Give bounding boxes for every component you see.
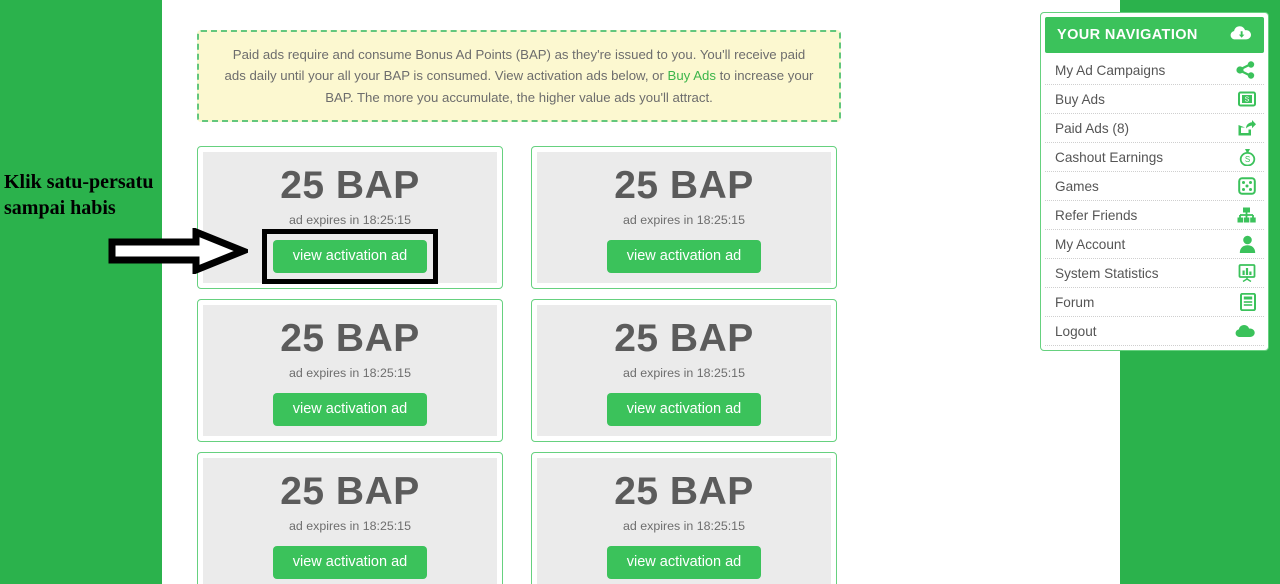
dice-icon [1238,177,1256,195]
sidebar-item-forum[interactable]: Forum [1045,288,1264,317]
ad-expiry-timer: ad expires in 18:25:15 [623,213,745,227]
share-square-icon [1237,119,1256,137]
user-icon [1239,235,1256,253]
sidebar-item-buy-ads[interactable]: Buy Ads S [1045,85,1264,114]
sidebar-item-games[interactable]: Games [1045,172,1264,201]
sidebar-item-system-statistics[interactable]: System Statistics [1045,259,1264,288]
ad-amount: 25 BAP [280,470,420,513]
sidebar-item-paid-ads-8[interactable]: Paid Ads (8) [1045,114,1264,143]
ad-expiry-timer: ad expires in 18:25:15 [623,519,745,533]
sidebar-item-label: System Statistics [1055,265,1159,281]
sidebar-item-label: Logout [1055,323,1097,339]
sitemap-icon [1237,207,1256,223]
ad-expiry-timer: ad expires in 18:25:15 [289,213,411,227]
sidebar-item-logout[interactable]: Logout [1045,317,1264,346]
sidebar-item-cashout-earnings[interactable]: Cashout Earnings S [1045,143,1264,172]
share-nodes-icon [1236,61,1256,79]
ad-card-inner: 25 BAP ad expires in 18:25:15 view activat… [203,458,497,584]
money-bag-icon: S [1239,148,1256,166]
ad-card: 25 BAP ad expires in 18:25:15 view activat… [531,146,837,289]
ad-button-wrapper: view activation ad [272,380,428,426]
ad-button-wrapper: view activation ad [272,533,428,579]
ad-card-inner: 25 BAP ad expires in 18:25:15 view activat… [537,458,831,584]
svg-text:S: S [1245,96,1250,103]
sidebar-item-label: My Ad Campaigns [1055,62,1166,78]
svg-text:S: S [1245,155,1250,164]
ad-expiry-timer: ad expires in 18:25:15 [289,366,411,380]
sidebar-item-my-ad-campaigns[interactable]: My Ad Campaigns [1045,56,1264,85]
sidebar-item-label: Paid Ads (8) [1055,120,1130,136]
view-activation-ad-button[interactable]: view activation ad [272,240,428,273]
ad-card-inner: 25 BAP ad expires in 18:25:15 view activat… [537,152,831,283]
sidebar-item-label: Refer Friends [1055,207,1138,223]
ad-button-wrapper: view activation ad [606,227,762,273]
bap-notice-box: Paid ads require and consume Bonus Ad Po… [197,30,841,122]
sidebar-item-my-account[interactable]: My Account [1045,230,1264,259]
sidebar-item-label: Buy Ads [1055,91,1105,107]
view-activation-ad-button[interactable]: view activation ad [272,546,428,579]
bap-notice-text: Paid ads require and consume Bonus Ad Po… [221,44,817,108]
ad-button-wrapper: view activation ad [606,533,762,579]
ad-amount: 25 BAP [614,470,754,513]
ad-card: 25 BAP ad expires in 18:25:15 view activat… [531,299,837,442]
ad-card-inner: 25 BAP ad expires in 18:25:15 view activat… [203,152,497,284]
ad-amount: 25 BAP [280,317,420,360]
sidebar-item-label: Cashout Earnings [1055,149,1164,165]
ad-card: 25 BAP ad expires in 18:25:15 view activat… [197,299,503,442]
page-canvas: Paid ads require and consume Bonus Ad Po… [162,0,1269,584]
ad-button-wrapper: view activation ad [606,380,762,426]
view-activation-ad-button[interactable]: view activation ad [606,393,762,426]
document-icon [1240,293,1256,311]
ad-card: 25 BAP ad expires in 18:25:15 view activat… [197,452,503,584]
view-activation-ad-button[interactable]: view activation ad [272,393,428,426]
ad-amount: 25 BAP [614,164,754,207]
sidebar-item-label: Games [1055,178,1099,194]
sidebar-item-refer-friends[interactable]: Refer Friends [1045,201,1264,230]
navigation-panel: YOUR NAVIGATION My Ad Campaigns Buy Ads S P… [1040,12,1269,351]
navigation-item-list: My Ad Campaigns Buy Ads S Paid Ads (8) Casho… [1045,56,1264,346]
ad-amount: 25 BAP [280,164,420,207]
ad-card: 25 BAP ad expires in 18:25:15 view activat… [531,452,837,584]
cloud-download-icon [1230,25,1252,46]
navigation-title: YOUR NAVIGATION [1057,27,1198,43]
money-bill-icon: S [1238,91,1256,107]
cloud-upload-icon [1235,324,1256,338]
ad-amount: 25 BAP [614,317,754,360]
view-activation-ad-button[interactable]: view activation ad [606,240,762,273]
ad-card-inner: 25 BAP ad expires in 18:25:15 view activat… [537,305,831,436]
sidebar-item-label: Forum [1055,294,1095,310]
activation-ads-grid: 25 BAP ad expires in 18:25:15 view activat… [197,146,877,584]
ad-card-inner: 25 BAP ad expires in 18:25:15 view activat… [203,305,497,436]
buy-ads-link[interactable]: Buy Ads [668,68,716,83]
navigation-header: YOUR NAVIGATION [1045,17,1264,53]
ad-expiry-timer: ad expires in 18:25:15 [289,519,411,533]
chart-presentation-icon [1238,264,1256,282]
sidebar-item-label: My Account [1055,236,1126,252]
view-activation-ad-button[interactable]: view activation ad [606,546,762,579]
ad-expiry-timer: ad expires in 18:25:15 [623,366,745,380]
ad-button-wrapper: view activation ad [261,229,439,284]
ad-card: 25 BAP ad expires in 18:25:15 view activat… [197,146,503,289]
